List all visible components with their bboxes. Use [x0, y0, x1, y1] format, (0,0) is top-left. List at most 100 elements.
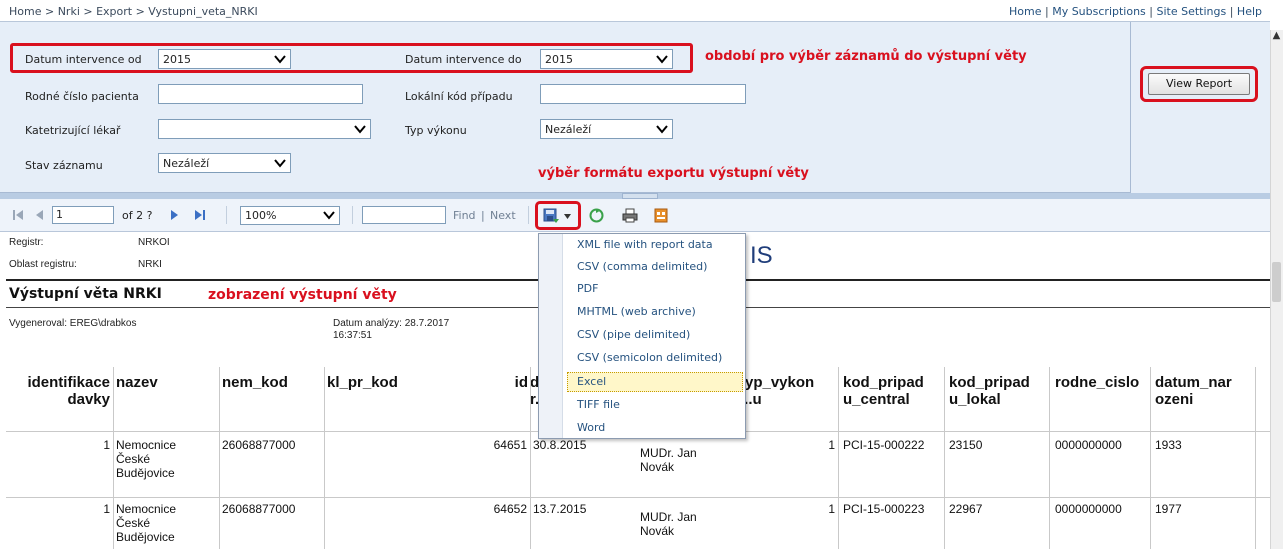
col-header-nem-kod: nem_kod	[222, 374, 288, 391]
generated-by: Vygeneroval: EREG\drabkos	[9, 318, 137, 329]
scroll-up-icon[interactable]: ▲	[1270, 30, 1283, 46]
toolbar-separator	[352, 206, 353, 224]
page-number-input[interactable]: 1	[52, 206, 114, 224]
col-header-datum-narozeni: datum_nar ozeni	[1155, 374, 1232, 408]
prev-page-icon[interactable]	[34, 209, 44, 221]
print-icon[interactable]	[622, 208, 638, 223]
menu-item-mhtml[interactable]: MHTML (web archive)	[577, 303, 696, 321]
next-page-icon[interactable]	[170, 209, 180, 221]
menu-item-csv-semicolon[interactable]: CSV (semicolon delimited)	[577, 349, 722, 367]
scrollbar-thumb[interactable]	[1272, 262, 1281, 302]
export-highlight-box	[535, 201, 581, 230]
cell-lekar-line2: Novák	[640, 460, 675, 474]
cell-nazev-line3: Budějovice	[116, 466, 175, 480]
cell-datum: 30.8.2015	[533, 438, 587, 452]
menu-item-xml[interactable]: XML file with report data	[577, 236, 713, 254]
link-site-settings[interactable]: Site Settings	[1156, 5, 1226, 18]
col-header-kl-pr-kod: kl_pr_kod	[327, 374, 398, 391]
view-report-highlight-box	[1140, 66, 1258, 102]
grid-line	[1255, 367, 1256, 549]
report-title: Výstupní věta NRKI	[9, 286, 162, 302]
cell-rodne-cislo: 0000000000	[1055, 502, 1122, 516]
next-link[interactable]: Next	[490, 209, 516, 222]
registry-value: NRKOI	[138, 237, 170, 248]
col-header-rodne-cislo: rodne_cislo	[1055, 374, 1140, 391]
local-case-input[interactable]	[540, 84, 746, 104]
toolbar-separator	[226, 206, 227, 224]
col-header-davka: identifikace davky	[27, 374, 110, 408]
cell-id: 64652	[493, 502, 527, 516]
col-header-kod-central: kod_pripad u_central	[843, 374, 924, 408]
annotation-period: období pro výběr záznamů do výstupní vět…	[705, 49, 1027, 64]
grid-line	[944, 367, 945, 549]
local-case-label: Lokální kód případu	[405, 90, 513, 103]
menu-item-csv-pipe[interactable]: CSV (pipe delimited)	[577, 326, 690, 344]
first-page-icon[interactable]	[12, 209, 24, 221]
record-state-select[interactable]: Nezáleží	[158, 153, 291, 173]
cell-lekar-line1: MUDr. Jan	[640, 510, 697, 524]
area-value: NRKI	[138, 259, 162, 270]
menu-item-excel[interactable]: Excel	[577, 373, 606, 391]
menu-item-csv-comma[interactable]: CSV (comma delimited)	[577, 258, 707, 276]
page-count: of 2 ?	[122, 209, 153, 222]
cell-datum: 13.7.2015	[533, 502, 587, 516]
top-bar: Home > Nrki > Export > Vystupni_veta_NRK…	[0, 0, 1270, 22]
registry-label: Registr:	[9, 237, 44, 248]
chevron-down-icon	[274, 159, 286, 168]
cell-typ-vykon: 1	[828, 502, 835, 516]
cell-datum-narozeni: 1977	[1155, 502, 1182, 516]
grid-line	[838, 367, 839, 549]
top-links: Home | My Subscriptions | Site Settings …	[1009, 5, 1262, 18]
birth-number-input[interactable]	[158, 84, 363, 104]
menu-icon-strip	[539, 234, 563, 438]
doctor-label: Katetrizující lékař	[25, 124, 121, 137]
link-home[interactable]: Home	[1009, 5, 1041, 18]
zoom-select[interactable]: 100%	[240, 206, 340, 225]
col-header-datum: d... r...	[530, 374, 538, 408]
menu-item-pdf[interactable]: PDF	[577, 280, 598, 298]
cell-rodne-cislo: 0000000000	[1055, 438, 1122, 452]
find-link[interactable]: Find	[453, 209, 476, 222]
menu-item-word[interactable]: Word	[577, 419, 605, 437]
annotation-view-output: zobrazení výstupní věty	[208, 287, 397, 303]
record-state-label: Stav záznamu	[25, 159, 103, 172]
breadcrumb[interactable]: Home > Nrki > Export > Vystupni_veta_NRK…	[9, 5, 258, 18]
link-help[interactable]: Help	[1237, 5, 1262, 18]
cell-nazev-line3: Budějovice	[116, 530, 175, 544]
menu-item-tiff[interactable]: TIFF file	[577, 396, 620, 414]
chevron-down-icon	[354, 125, 366, 134]
annotation-export-format: výběr formátu exportu výstupní věty	[538, 166, 809, 181]
analysis-time: 16:37:51	[333, 330, 372, 341]
link-my-subscriptions[interactable]: My Subscriptions	[1052, 5, 1146, 18]
birth-number-label: Rodné číslo pacienta	[25, 90, 139, 103]
grid-line	[219, 367, 220, 549]
grid-line	[1150, 367, 1151, 549]
export-format-menu: XML file with report data CSV (comma del…	[538, 233, 746, 439]
period-highlight-box	[10, 43, 693, 73]
cell-davka: 1	[103, 438, 110, 452]
cell-nazev-line1: Nemocnice	[116, 438, 177, 452]
find-separator: |	[481, 209, 485, 222]
col-header-nazev: nazev	[116, 374, 158, 391]
cell-lekar-line2: Novák	[640, 524, 675, 538]
refresh-icon[interactable]	[589, 208, 604, 223]
analysis-date: Datum analýzy: 28.7.2017	[333, 318, 450, 329]
logo-text: IS	[750, 242, 773, 269]
cell-kod-central: PCI-15-000223	[843, 502, 925, 516]
cell-nazev-line2: České	[116, 516, 151, 530]
cell-kod-lokal: 22967	[949, 502, 983, 516]
area-label: Oblast registru:	[9, 259, 77, 270]
cell-kod-central: PCI-15-000222	[843, 438, 925, 452]
parameters-panel: Datum intervence od 2015 Datum intervenc…	[0, 22, 1270, 193]
grid-line	[1049, 367, 1050, 549]
cell-lekar-line1: MUDr. Jan	[640, 446, 697, 460]
chevron-down-icon	[656, 125, 668, 134]
col-header-kod-lokal: kod_pripad u_lokal	[949, 374, 1030, 408]
procedure-type-label: Typ výkonu	[405, 124, 467, 137]
find-input[interactable]	[362, 206, 446, 224]
last-page-icon[interactable]	[194, 209, 206, 221]
data-feed-icon[interactable]	[654, 208, 668, 223]
doctor-select[interactable]	[158, 119, 371, 139]
cell-davka: 1	[103, 502, 110, 516]
procedure-type-select[interactable]: Nezáleží	[540, 119, 673, 139]
